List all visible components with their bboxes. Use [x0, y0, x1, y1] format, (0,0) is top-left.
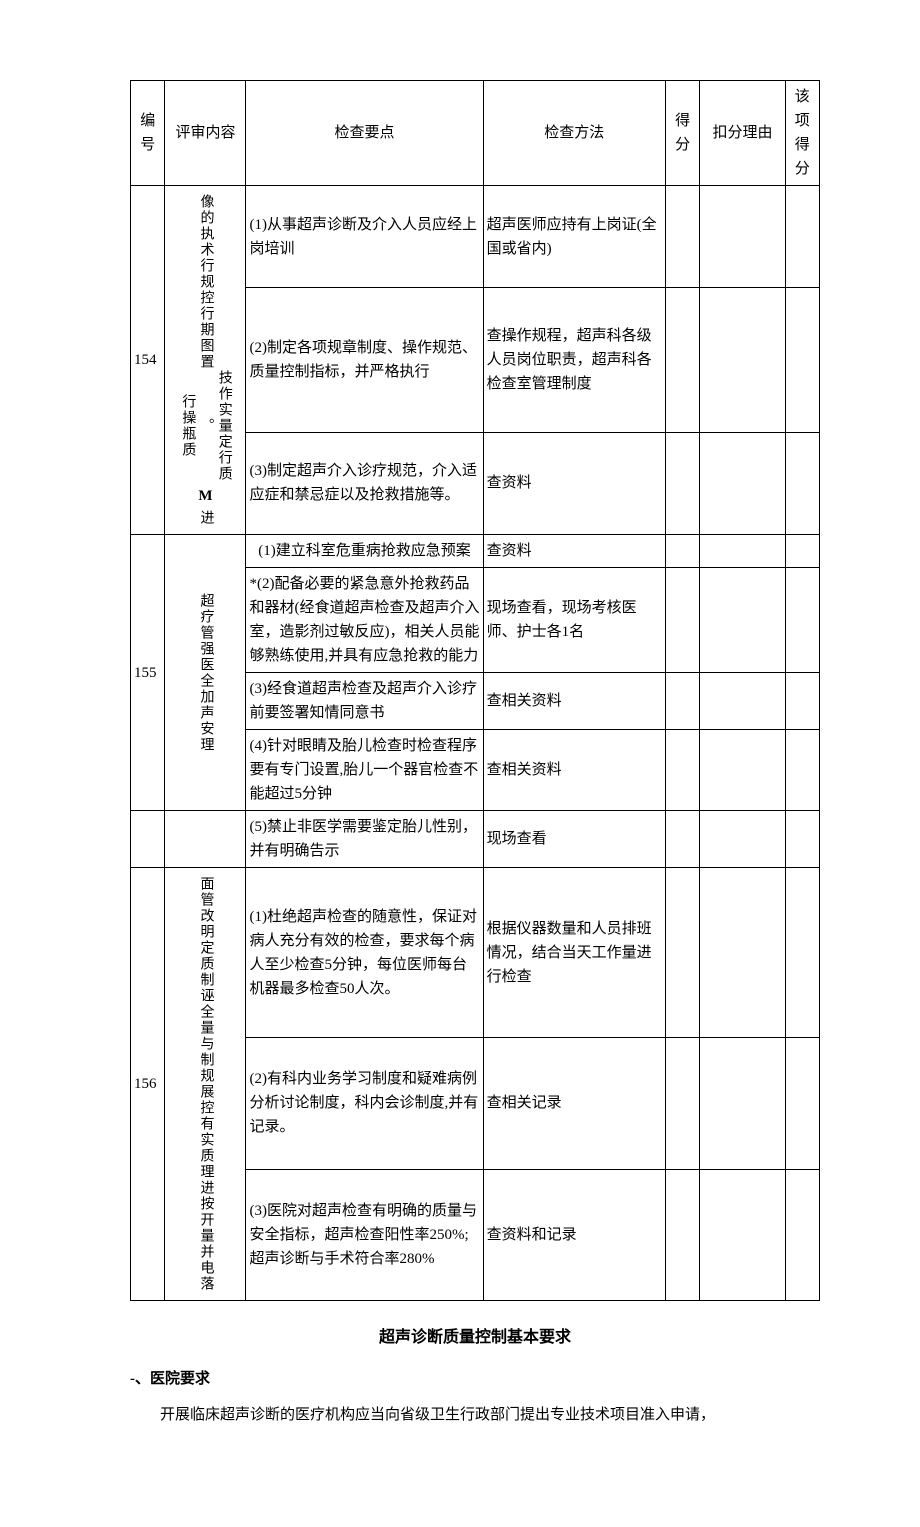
- cell-reason: [700, 568, 785, 673]
- header-point: 检查要点: [246, 81, 483, 186]
- cell-reason: [700, 730, 785, 811]
- document-heading: 超声诊断质量控制基本要求: [130, 1325, 820, 1351]
- cell-method: 查相关资料: [483, 730, 665, 811]
- cell-reason: [700, 432, 785, 534]
- cell-method: 查资料和记录: [483, 1169, 665, 1300]
- cell-method: 查相关资料: [483, 673, 665, 730]
- cell-method: 根据仪器数量和人员排班情况，结合当天工作量进行检查: [483, 868, 665, 1038]
- cell-method: 查操作规程，超声科各级人员岗位职责，超声科各检查室管理制度: [483, 288, 665, 433]
- cell-reason: [700, 288, 785, 433]
- section-title: -、医院要求: [130, 1367, 820, 1391]
- cell-method: 现场查看，现场考核医师、护士各1名: [483, 568, 665, 673]
- cell-reason: [700, 673, 785, 730]
- section-paragraph: 开展临床超声诊断的医疗机构应当向省级卫生行政部门提出专业技术项目准入申请，: [130, 1403, 820, 1427]
- cell-method: 超声医师应持有上岗证(全国或省内): [483, 186, 665, 288]
- cell-reason: [700, 1038, 785, 1169]
- cell-reason: [700, 535, 785, 568]
- cell-content-empty: [165, 811, 246, 868]
- cell-reason: [700, 868, 785, 1038]
- review-table: 编号 评审内容 检查要点 检查方法 得分 扣分理由 该项得分 154 像的执术行…: [130, 80, 820, 1301]
- cell-point: (3)制定超声介入诊疗规范，介入适应症和禁忌症以及抢救措施等。: [246, 432, 483, 534]
- content-text-2: 全量与制规展控有实质理进按开量并电落: [196, 1004, 214, 1292]
- cell-item-score: [785, 673, 820, 730]
- cell-item-score: [785, 186, 820, 288]
- cell-id: 155: [131, 535, 165, 811]
- cell-point: (2)制定各项规章制度、操作规范、质量控制指标，并严格执行: [246, 288, 483, 433]
- cell-item-score: [785, 568, 820, 673]
- cell-point: (1)从事超声诊断及介入人员应经上岗培训: [246, 186, 483, 288]
- m-icon: M: [167, 484, 243, 508]
- cell-score: [665, 811, 699, 868]
- cell-item-score: [785, 1038, 820, 1169]
- cell-score: [665, 868, 699, 1038]
- cell-content: 超疗管强医全加声安理: [165, 535, 246, 811]
- content-text: 超疗管强医全加声安理: [196, 593, 214, 753]
- header-method: 检查方法: [483, 81, 665, 186]
- content-text-1: 像的执术行规控行期图置: [196, 194, 214, 370]
- cell-item-score: [785, 868, 820, 1038]
- cell-score: [665, 730, 699, 811]
- cell-item-score: [785, 432, 820, 534]
- cell-method: 查相关记录: [483, 1038, 665, 1169]
- cell-point: *(2)配备必要的紧急意外抢救药品和器材(经食道超声检查及超声介入室，造影剂过敏…: [246, 568, 483, 673]
- cell-content: 像的执术行规控行期图置 技作实量定行质。行操瓶质 M 进: [165, 186, 246, 535]
- cell-id: 156: [131, 868, 165, 1301]
- header-item-score: 该项得分: [785, 81, 820, 186]
- cell-point: (2)有科内业务学习制度和疑难病例分析讨论制度，科内会诊制度,并有记录。: [246, 1038, 483, 1169]
- cell-content: 面管改明定质制诬 全量与制规展控有实质理进按开量并电落: [165, 868, 246, 1301]
- table-row: (5)禁止非医学需要鉴定胎儿性别，并有明确告示 现场查看: [131, 811, 820, 868]
- cell-reason: [700, 1169, 785, 1300]
- cell-point: (1)建立科室危重病抢救应急预案: [246, 535, 483, 568]
- cell-point: (4)针对眼睛及胎儿检查时检查程序要有专门设置,胎儿一个器官检查不能超过5分钟: [246, 730, 483, 811]
- header-content: 评审内容: [165, 81, 246, 186]
- header-score: 得分: [665, 81, 699, 186]
- cell-id: 154: [131, 186, 165, 535]
- table-row: 156 面管改明定质制诬 全量与制规展控有实质理进按开量并电落 (1)杜绝超声检…: [131, 868, 820, 1038]
- cell-item-score: [785, 730, 820, 811]
- table-row: 154 像的执术行规控行期图置 技作实量定行质。行操瓶质 M 进 (1)从事超声…: [131, 186, 820, 288]
- cell-method: 查资料: [483, 432, 665, 534]
- cell-point: (3)经食道超声检查及超声介入诊疗前要签署知情同意书: [246, 673, 483, 730]
- content-text-1: 面管改明定质制诬: [196, 876, 214, 1004]
- cell-score: [665, 186, 699, 288]
- cell-score: [665, 1169, 699, 1300]
- table-header-row: 编号 评审内容 检查要点 检查方法 得分 扣分理由 该项得分: [131, 81, 820, 186]
- header-id: 编号: [131, 81, 165, 186]
- cell-reason: [700, 811, 785, 868]
- cell-item-score: [785, 1169, 820, 1300]
- cell-score: [665, 535, 699, 568]
- content-text-3: 进: [196, 510, 214, 526]
- cell-score: [665, 288, 699, 433]
- cell-item-score: [785, 535, 820, 568]
- cell-item-score: [785, 811, 820, 868]
- cell-method: 现场查看: [483, 811, 665, 868]
- cell-score: [665, 673, 699, 730]
- content-text-2: 技作实量定行质。行操瓶质: [178, 370, 233, 482]
- cell-method: 查资料: [483, 535, 665, 568]
- cell-reason: [700, 186, 785, 288]
- cell-score: [665, 1038, 699, 1169]
- table-row: 155 超疗管强医全加声安理 (1)建立科室危重病抢救应急预案 查资料: [131, 535, 820, 568]
- cell-id-empty: [131, 811, 165, 868]
- cell-point: (1)杜绝超声检查的随意性，保证对病人充分有效的检查，要求每个病人至少检查5分钟…: [246, 868, 483, 1038]
- cell-item-score: [785, 288, 820, 433]
- cell-point: (3)医院对超声检查有明确的质量与安全指标，超声检查阳性率250%;超声诊断与手…: [246, 1169, 483, 1300]
- cell-score: [665, 568, 699, 673]
- cell-point: (5)禁止非医学需要鉴定胎儿性别，并有明确告示: [246, 811, 483, 868]
- header-reason: 扣分理由: [700, 81, 785, 186]
- cell-score: [665, 432, 699, 534]
